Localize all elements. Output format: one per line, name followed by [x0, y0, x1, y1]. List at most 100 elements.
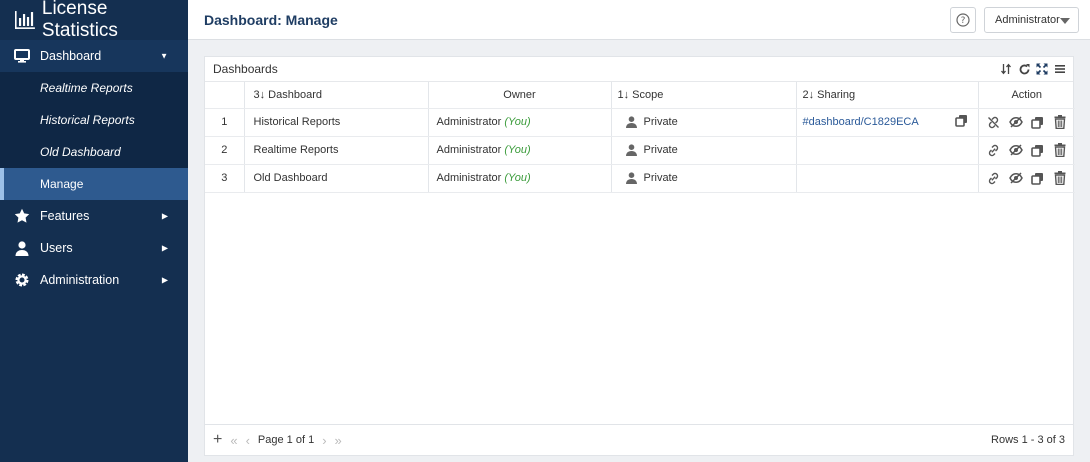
actions-cell	[978, 164, 1075, 193]
scope-label: Private	[643, 172, 678, 184]
link-icon[interactable]	[986, 143, 1001, 158]
last-page-icon[interactable]: »	[335, 433, 342, 448]
column-header-action: Action	[978, 82, 1075, 109]
trash-icon[interactable]	[1052, 143, 1067, 158]
scope-cell: Private	[611, 108, 797, 137]
table-row[interactable]: 2 Realtime Reports Administrator (You) P…	[205, 136, 1075, 165]
hide-icon[interactable]	[1008, 115, 1023, 130]
scope-cell: Private	[611, 136, 797, 165]
sidebar-item-features[interactable]: Features ▶	[0, 200, 188, 232]
sharing-cell	[796, 136, 979, 165]
owner-you-tag: (You)	[504, 144, 531, 156]
help-button[interactable]: ?	[950, 7, 976, 33]
scope-cell: Private	[611, 164, 797, 193]
dashboards-table: 3↓ Dashboard Owner 1↓ Scope 2↓ Sharing A…	[205, 82, 1075, 193]
sharing-link[interactable]: #dashboard/C1829ECA	[803, 116, 919, 128]
sidebar-item-label: Dashboard	[40, 49, 102, 63]
page-title: Dashboard: Manage	[204, 12, 338, 28]
app-title: License Statistics	[41, 0, 118, 41]
scope-label: Private	[643, 144, 678, 156]
add-icon[interactable]: +	[213, 431, 222, 449]
unlink-icon[interactable]	[986, 115, 1001, 130]
owner-you-tag: (You)	[504, 116, 531, 128]
row-number: 3	[205, 164, 245, 193]
duplicate-icon[interactable]	[1030, 171, 1045, 186]
owner-name: Administrator	[436, 144, 502, 156]
header: Dashboard: Manage ? Administrator	[188, 0, 1090, 40]
sidebar-item-administration[interactable]: Administration ▶	[0, 264, 188, 296]
table-header-row: 3↓ Dashboard Owner 1↓ Scope 2↓ Sharing A…	[205, 82, 1075, 109]
sidebar-item-label: Users	[40, 241, 73, 255]
sort-icon[interactable]	[999, 62, 1013, 76]
panel-toolbar	[999, 62, 1067, 76]
user-menu-label: Administrator	[995, 14, 1060, 26]
column-header-index	[205, 82, 245, 109]
refresh-icon[interactable]	[1017, 62, 1031, 76]
person-icon	[625, 172, 637, 184]
owner-you-tag: (You)	[504, 172, 531, 184]
owner-name: Administrator	[436, 172, 502, 184]
column-header-scope[interactable]: 1↓ Scope	[611, 82, 797, 109]
column-header-sharing[interactable]: 2↓ Sharing	[796, 82, 979, 109]
sidebar-subitem-old-dashboard[interactable]: Old Dashboard	[0, 136, 188, 168]
column-header-dashboard[interactable]: 3↓ Dashboard	[244, 82, 429, 109]
row-number: 2	[205, 136, 245, 165]
bar-chart-logo-icon	[14, 11, 35, 29]
pager: + « ‹ Page 1 of 1 › »	[205, 431, 342, 449]
dashboard-submenu: Realtime Reports Historical Reports Old …	[0, 72, 188, 168]
sidebar-item-label: Administration	[40, 273, 120, 287]
dashboard-name[interactable]: Realtime Reports	[244, 136, 429, 165]
link-icon[interactable]	[986, 171, 1001, 186]
panel-title: Dashboards	[213, 62, 278, 76]
dashboard-name[interactable]: Historical Reports	[244, 108, 429, 137]
duplicate-icon[interactable]	[1030, 115, 1045, 130]
menu-icon[interactable]	[1053, 62, 1067, 76]
hide-icon[interactable]	[1008, 143, 1023, 158]
caret-right-icon: ▶	[161, 243, 168, 253]
caret-down-icon: ▼	[160, 51, 168, 61]
first-page-icon[interactable]: «	[230, 433, 237, 448]
sidebar-item-label: Features	[40, 209, 90, 223]
scope-label: Private	[643, 116, 678, 128]
user-menu-button[interactable]: Administrator	[984, 7, 1079, 33]
sharing-cell	[796, 164, 979, 193]
table-row[interactable]: 1 Historical Reports Administrator (You)…	[205, 108, 1075, 137]
trash-icon[interactable]	[1052, 115, 1067, 130]
hide-icon[interactable]	[1008, 171, 1023, 186]
panel-footer: + « ‹ Page 1 of 1 › » Rows 1 - 3 of 3	[205, 424, 1073, 455]
sharing-cell: #dashboard/C1829ECA	[796, 108, 979, 137]
user-icon	[14, 240, 30, 256]
panel-header: Dashboards	[205, 57, 1073, 82]
gear-icon	[14, 272, 30, 288]
sidebar-subitem-realtime-reports[interactable]: Realtime Reports	[0, 72, 188, 104]
svg-text:?: ?	[961, 16, 966, 26]
sidebar-item-users[interactable]: Users ▶	[0, 232, 188, 264]
star-icon	[14, 208, 30, 224]
expand-icon[interactable]	[1035, 62, 1049, 76]
dashboard-name[interactable]: Old Dashboard	[244, 164, 429, 193]
person-icon	[625, 144, 637, 156]
prev-page-icon[interactable]: ‹	[246, 433, 250, 448]
help-icon: ?	[956, 13, 970, 27]
owner-cell: Administrator (You)	[428, 164, 612, 193]
duplicate-icon[interactable]	[1030, 143, 1045, 158]
next-page-icon[interactable]: ›	[322, 433, 326, 448]
column-header-owner[interactable]: Owner	[428, 82, 612, 109]
page-indicator: Page 1 of 1	[257, 434, 315, 446]
dropdown-arrow-icon	[1060, 18, 1070, 24]
copy-link-icon[interactable]	[954, 114, 968, 130]
dashboards-panel: Dashboards 3↓ Dashboard Owner 1↓ Scope 2…	[204, 56, 1075, 456]
app-brand[interactable]: License Statistics	[0, 0, 188, 41]
sidebar-item-dashboard[interactable]: Dashboard ▼	[0, 40, 188, 72]
actions-cell	[978, 136, 1075, 165]
caret-right-icon: ▶	[161, 275, 168, 285]
row-number: 1	[205, 108, 245, 137]
sidebar-subitem-manage[interactable]: Manage	[0, 168, 188, 200]
monitor-icon	[14, 48, 30, 64]
table-row[interactable]: 3 Old Dashboard Administrator (You) Priv…	[205, 164, 1075, 193]
sidebar-subitem-historical-reports[interactable]: Historical Reports	[0, 104, 188, 136]
owner-cell: Administrator (You)	[428, 136, 612, 165]
owner-cell: Administrator (You)	[428, 108, 612, 137]
trash-icon[interactable]	[1052, 171, 1067, 186]
sidebar: License Statistics Dashboard ▼ Realtime …	[0, 0, 188, 462]
